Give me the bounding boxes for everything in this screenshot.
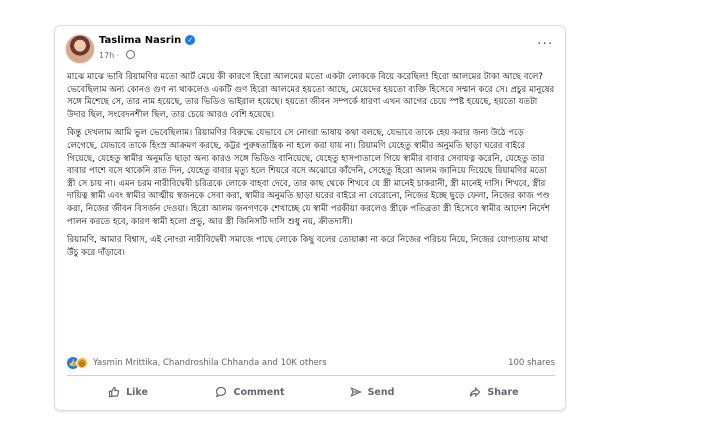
reactions-bar: 👍 😆 Yasmin Mrittika, Chandroshila Chhand… (67, 357, 557, 371)
speech-bubble-icon (216, 386, 227, 398)
share-count[interactable]: 100 shares (508, 358, 555, 368)
paper-plane-icon (349, 387, 362, 397)
send-button[interactable]: Send (311, 379, 433, 405)
post-paragraph: মাঝে মাঝে ভাবি রিয়ামণির মতো আর্ট মেয়ে … (67, 72, 558, 120)
post-actions: Like Comment Send Share (67, 379, 555, 405)
comment-label: Comment (233, 386, 285, 398)
share-label: Share (487, 386, 519, 398)
post-body: মাঝে মাঝে ভাবি রিয়ামণির মতো আর্ট মেয়ে … (67, 71, 555, 265)
post-paragraph: রিয়ামণি, আমার বিশ্বাস, এই নোংরা নারীবিদ… (67, 235, 551, 258)
post-author[interactable]: Taslima Nasrin ✓ (99, 35, 196, 46)
thumbs-up-icon (108, 386, 120, 398)
like-label: Like (126, 386, 148, 398)
author-avatar[interactable] (65, 34, 95, 64)
comment-button[interactable]: Comment (189, 379, 311, 405)
post-time[interactable]: 17h (99, 51, 114, 60)
verified-badge-icon: ✓ (185, 35, 196, 45)
haha-reaction-icon[interactable]: 😆 (76, 357, 88, 369)
post-meta: 17h · (99, 50, 135, 60)
share-button[interactable]: Share (433, 379, 555, 405)
send-label: Send (367, 386, 395, 398)
more-options-icon[interactable]: ··· (537, 36, 553, 52)
share-arrow-icon (470, 386, 481, 398)
like-button[interactable]: Like (67, 379, 189, 405)
post-paragraph: কিন্তু দেখলাম আমি ভুল ভেবেছিলাম। রিয়ামণ… (67, 128, 553, 227)
author-name[interactable]: Taslima Nasrin (99, 35, 181, 46)
globe-icon (125, 50, 135, 59)
post-card: Taslima Nasrin ✓ 17h · ··· মাঝে মাঝে ভাবি… (54, 25, 566, 411)
reaction-names[interactable]: Yasmin Mrittika, Chandroshila Chhanda an… (93, 358, 327, 368)
meta-separator: · (116, 51, 120, 60)
divider (67, 375, 555, 376)
